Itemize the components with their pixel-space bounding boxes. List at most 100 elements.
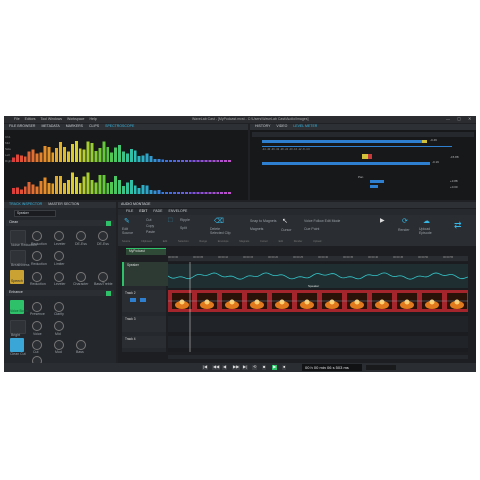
level-meter-pane: HISTORY VIDEO LEVEL METER -0.49 -44 -40 …: [250, 124, 476, 200]
character-knob-icon[interactable]: [76, 272, 86, 282]
ribbon-tab-file[interactable]: FILE: [124, 210, 135, 214]
tab-clips[interactable]: CLIPS: [87, 125, 101, 129]
track-2-mute-icon: [130, 298, 136, 302]
clean-enable-icon[interactable]: [106, 220, 111, 226]
tab-level-meter[interactable]: LEVEL METER: [291, 125, 319, 129]
leveler-knob-icon[interactable]: [54, 231, 64, 241]
speech-button[interactable]: Speech: [10, 270, 24, 284]
tab-history[interactable]: HISTORY: [253, 125, 272, 129]
voice-boost-button[interactable]: Voice Boost: [10, 300, 28, 314]
spectrum-bar: [220, 160, 224, 162]
voice-follow-edit-mode[interactable]: Voice Follow Edit Mode: [304, 219, 340, 224]
track-header-4[interactable]: Track 4: [122, 336, 166, 348]
de-ess2-knob-icon[interactable]: [98, 231, 108, 241]
file-tab-mypodcast[interactable]: MyPodcast: [126, 248, 166, 255]
meter-scale-line: [262, 146, 452, 147]
mud-knob-icon[interactable]: [54, 340, 64, 350]
spectrum-bar: [208, 192, 212, 194]
delete-clip-icon[interactable]: ⌫: [214, 218, 224, 225]
track-selector[interactable]: Speaker: [14, 210, 56, 217]
magnets-dropdown[interactable]: Magnets: [250, 227, 263, 232]
breathiness-button[interactable]: Breathiness: [10, 250, 29, 267]
ripple-button[interactable]: Ripple: [180, 218, 190, 223]
menu-help[interactable]: Help: [89, 117, 96, 121]
cut-button[interactable]: Cut: [146, 218, 151, 223]
play-button[interactable]: ▶: [272, 364, 278, 370]
forward-button[interactable]: ▶▶: [232, 364, 241, 370]
mid-knob-icon[interactable]: [54, 321, 64, 331]
menu-file[interactable]: File: [14, 117, 20, 121]
spectrum-bar: [67, 151, 70, 162]
record-button[interactable]: ●: [282, 364, 287, 370]
track-header-2[interactable]: Track 2: [122, 290, 166, 312]
track-lanes[interactable]: [168, 262, 468, 352]
snap-to-magnets-toggle[interactable]: Snap to Magnets: [250, 219, 276, 224]
clarity-knob-icon[interactable]: [54, 302, 64, 312]
marker-icon[interactable]: ▶: [380, 218, 385, 224]
ribbon-tab-envelope[interactable]: ENVELOPE: [167, 210, 190, 214]
spectrum-bar: [19, 155, 23, 162]
reduction2-knob-icon[interactable]: [32, 251, 42, 261]
clean-cut-button[interactable]: [10, 338, 24, 352]
tab-audio-montage[interactable]: AUDIO MONTAGE: [121, 203, 151, 207]
cut-knob-icon[interactable]: [32, 340, 42, 350]
ribbon-tab-edit[interactable]: EDIT: [137, 210, 149, 214]
window-title: WaveLab Cast - [MyPodcast.mcst - C:\User…: [192, 116, 309, 121]
tab-track-inspector[interactable]: TRACK INSPECTOR: [7, 203, 44, 207]
enhance-enable-icon[interactable]: [106, 290, 111, 296]
tab-master-section[interactable]: MASTER SECTION: [46, 203, 81, 207]
spectrum-bar: [153, 190, 157, 194]
spectrum-bar: [228, 160, 232, 162]
track-header-3[interactable]: Track 3: [122, 316, 166, 332]
tab-file-browser[interactable]: FILE BROWSER: [7, 125, 37, 129]
spectrum-bar: [216, 160, 220, 162]
to-start-button[interactable]: |◀: [202, 364, 209, 370]
ribbon-tab-fade[interactable]: FADE: [151, 210, 164, 214]
window-controls[interactable]: — ▢ ✕: [446, 117, 474, 121]
enhance-section-header[interactable]: Enhance: [6, 290, 114, 296]
tab-markers[interactable]: MARKERS: [64, 125, 85, 129]
copy-button[interactable]: Copy: [146, 224, 154, 229]
speech-leveler-knob-icon[interactable]: [54, 272, 64, 282]
cursor-icon[interactable]: ↖: [282, 218, 288, 225]
presence-knob-icon[interactable]: [32, 302, 42, 312]
track-header-speaker[interactable]: Speaker: [122, 262, 168, 286]
spectrum-bar: [106, 183, 110, 194]
reduction-knob-icon[interactable]: [32, 231, 42, 241]
de-ess-knob-icon[interactable]: [76, 231, 86, 241]
menu-tool-windows[interactable]: Tool Windows: [40, 117, 62, 121]
spectrum-bar: [129, 149, 133, 162]
clean-section-header[interactable]: Clean: [6, 220, 114, 226]
top-right-tabs: HISTORY VIDEO LEVEL METER: [250, 124, 476, 130]
spectrum-bar: [51, 183, 55, 194]
split-button[interactable]: Split: [180, 226, 187, 231]
render-icon[interactable]: ⟳: [402, 218, 408, 225]
cue-point-button[interactable]: Cue Point: [304, 227, 319, 232]
loop-button[interactable]: ⟲: [252, 364, 258, 370]
paste-button[interactable]: Paste: [146, 230, 155, 235]
stop-button[interactable]: ■: [262, 364, 267, 370]
video-thumbnail-light: [329, 299, 335, 305]
bright-button[interactable]: Bright: [10, 320, 26, 337]
noise-reduction-button[interactable]: Noise Reduction: [10, 230, 37, 247]
limiter-knob-icon[interactable]: [54, 251, 64, 261]
prev-button[interactable]: ◀◀: [212, 364, 221, 370]
tab-video[interactable]: VIDEO: [274, 125, 289, 129]
menu-editors[interactable]: Editors: [25, 117, 36, 121]
upload-icon[interactable]: ☁: [423, 218, 430, 225]
edit-source-icon[interactable]: ✎: [124, 218, 130, 225]
next-button[interactable]: ▶|: [242, 364, 249, 370]
speech-reduction-knob-icon[interactable]: [32, 272, 42, 282]
bass-knob-icon[interactable]: [76, 340, 86, 350]
select-range-icon[interactable]: ⬚: [168, 218, 173, 223]
menu-workspace[interactable]: Workspace: [67, 117, 84, 121]
voice-knob-icon[interactable]: [32, 321, 42, 331]
timeline-ruler[interactable]: 00:00:00 00:00:05 00:00:10 00:00:15 00:00:20…: [168, 256, 468, 261]
rewind-button[interactable]: ◀: [222, 364, 228, 370]
bass-treble-knob-icon[interactable]: [98, 272, 108, 282]
de-ess-label: DE-Ess: [75, 242, 87, 246]
montage-scrollbar[interactable]: [168, 355, 468, 359]
tab-metadata[interactable]: METADATA: [39, 125, 61, 129]
navigate-arrows-icon[interactable]: ⇄: [454, 221, 462, 230]
tab-spectroscope[interactable]: SPECTROSCOPE: [103, 125, 136, 129]
